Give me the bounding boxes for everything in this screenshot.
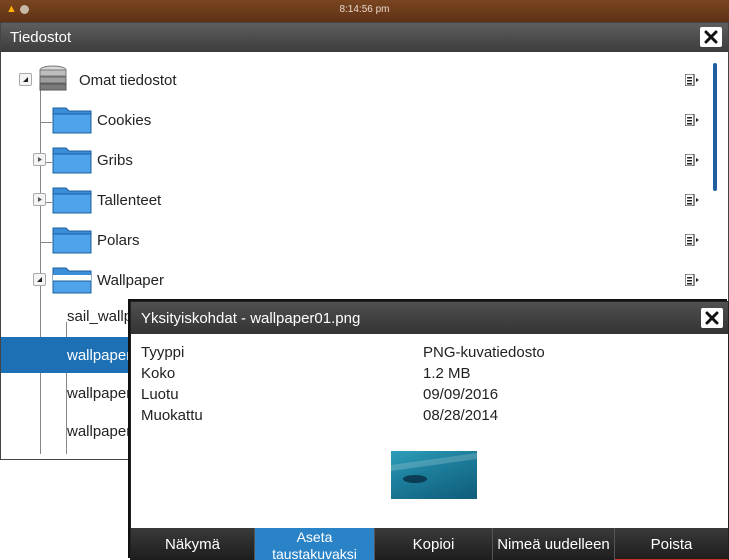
expand-toggle[interactable]	[33, 153, 46, 166]
copy-button-label: Kopioi	[412, 536, 455, 553]
item-menu-icon[interactable]	[685, 274, 699, 286]
view-button-label: Näkymä	[164, 536, 220, 553]
status-bar: ▲ 8:14:56 pm	[0, 0, 729, 22]
prop-value: PNG-kuvatiedosto	[423, 344, 545, 361]
item-menu-icon[interactable]	[685, 234, 699, 246]
item-menu-icon[interactable]	[685, 194, 699, 206]
delete-button-label: Poista	[650, 536, 693, 553]
tree-label-root: Omat tiedostot	[79, 72, 177, 89]
set-wallpaper-label-1: Aseta	[296, 529, 333, 545]
collapse-toggle[interactable]	[19, 73, 32, 86]
close-files-button[interactable]	[700, 27, 722, 47]
folder-icon	[52, 147, 92, 174]
folder-label: Gribs	[97, 152, 133, 169]
set-wallpaper-button[interactable]: Aseta taustakuvaksi	[255, 528, 375, 560]
files-title-bar: Tiedostot	[1, 23, 728, 52]
clock: 8:14:56 pm	[339, 4, 390, 15]
image-preview	[391, 451, 477, 499]
item-menu-icon[interactable]	[685, 74, 699, 86]
storage-drive-icon	[39, 65, 67, 91]
folder-label: Polars	[97, 232, 140, 249]
close-details-button[interactable]	[701, 308, 723, 328]
prop-value: 1.2 MB	[423, 365, 471, 382]
preview-wave	[391, 452, 477, 472]
files-window-title: Tiedostot	[10, 29, 72, 46]
prop-key: Muokattu	[141, 407, 203, 424]
prop-value: 08/28/2014	[423, 407, 499, 424]
prop-key: Luotu	[141, 386, 179, 403]
file-row[interactable]: wallpaper03	[1, 413, 148, 449]
close-icon	[705, 311, 719, 325]
rename-button[interactable]: Nimeä uudelleen	[493, 528, 615, 560]
expand-icon	[38, 157, 42, 162]
tree-row-folder-open[interactable]: Wallpaper	[1, 260, 711, 300]
close-icon	[704, 30, 718, 44]
tree-row-folder[interactable]: Cookies	[1, 100, 711, 140]
tree-row-folder[interactable]: Polars	[1, 220, 711, 260]
view-button[interactable]: Näkymä	[131, 528, 255, 560]
rename-button-label: Nimeä uudelleen	[497, 536, 610, 553]
folder-icon	[52, 107, 92, 134]
collapse-icon	[37, 277, 42, 282]
expand-toggle[interactable]	[33, 193, 46, 206]
copy-button[interactable]: Kopioi	[375, 528, 493, 560]
folder-label: Cookies	[97, 112, 152, 129]
collapse-icon	[23, 77, 28, 82]
details-title-bar: Yksityiskohdat - wallpaper01.png	[131, 302, 728, 334]
delete-button[interactable]: Poista	[615, 528, 728, 560]
folder-label: Wallpaper	[97, 272, 164, 289]
folder-label: Tallenteet	[97, 192, 162, 209]
screen: ▲ 8:14:56 pm Tiedostot Omat tiedostot Co…	[0, 0, 729, 560]
action-bar: Näkymä Aseta taustakuvaksi Kopioi Nimeä …	[131, 528, 728, 560]
file-row[interactable]: sail_wallpaper	[1, 298, 162, 334]
tree-row-folder[interactable]: Tallenteet	[1, 180, 711, 220]
collapse-toggle[interactable]	[33, 273, 46, 286]
preview-fish	[403, 475, 427, 483]
expand-icon	[38, 197, 42, 202]
tree-row-root[interactable]: Omat tiedostot	[1, 60, 711, 100]
item-menu-icon[interactable]	[685, 154, 699, 166]
scrollbar[interactable]	[713, 63, 717, 191]
folder-icon	[52, 187, 92, 214]
prop-key: Tyyppi	[141, 344, 185, 361]
details-title: Yksityiskohdat - wallpaper01.png	[141, 310, 361, 327]
file-row[interactable]: wallpaper02	[1, 375, 148, 411]
file-row-selected[interactable]: wallpaper01	[1, 337, 148, 373]
prop-value: 09/09/2016	[423, 386, 499, 403]
prop-key: Koko	[141, 365, 176, 382]
item-menu-icon[interactable]	[685, 114, 699, 126]
tree-row-folder[interactable]: Gribs	[1, 140, 711, 180]
set-wallpaper-label-2: taustakuvaksi	[272, 546, 357, 560]
details-dialog: Yksityiskohdat - wallpaper01.png Tyyppi …	[130, 301, 729, 560]
folder-icon	[52, 227, 92, 254]
open-folder-icon	[52, 267, 92, 294]
